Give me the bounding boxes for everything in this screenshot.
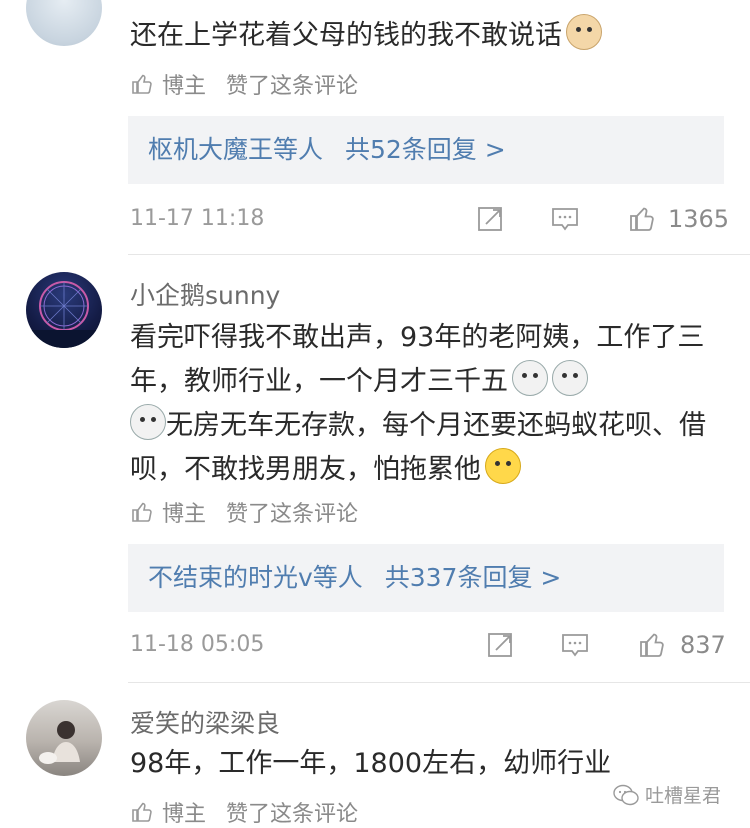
timestamp: 11-17 11:18	[130, 206, 265, 231]
comment-icon[interactable]	[560, 630, 590, 660]
username[interactable]: 小企鹅sunny	[130, 276, 280, 312]
wechat-icon	[613, 784, 639, 805]
dizzy-face-emoji-icon	[130, 404, 166, 440]
replies-who: 枢机大魔王等人	[148, 135, 324, 164]
liked-label: 赞了这条评论	[226, 74, 359, 99]
comment-text: 98年，工作一年，1800左右，幼师行业	[130, 742, 710, 786]
thumbs-up-icon[interactable]	[638, 630, 668, 660]
avatar[interactable]	[26, 272, 102, 348]
liked-label: 赞了这条评论	[226, 802, 359, 827]
like-count: 837	[680, 631, 726, 659]
author-liked: 博主 赞了这条评论	[130, 496, 358, 528]
timestamp: 11-18 05:05	[130, 632, 265, 657]
liked-by: 博主	[162, 74, 207, 99]
comment-icon[interactable]	[550, 204, 580, 234]
username[interactable]: 爱笑的梁梁良	[130, 704, 280, 740]
comment-footer: 11-18 05:05 837	[130, 626, 726, 666]
thumbs-up-icon	[132, 802, 152, 822]
liked-label: 赞了这条评论	[226, 502, 359, 527]
comment-text-content: 看完吓得我不敢出声，93年的老阿姨，工作了三年，教师行业，一个月才三千五	[130, 322, 705, 397]
comment-text-content: 98年，工作一年，1800左右，幼师行业	[130, 748, 612, 779]
avatar[interactable]	[26, 0, 102, 46]
avatar[interactable]	[26, 700, 102, 776]
replies-link[interactable]: 枢机大魔王等人 共52条回复 >	[128, 116, 724, 184]
dizzy-face-emoji-icon	[552, 360, 588, 396]
comment-text-content-2: 无房无车无存款，每个月还要还蚂蚁花呗、借呗，不敢找男朋友，怕拖累他	[130, 410, 706, 485]
ferris-wheel-icon	[26, 281, 102, 348]
dizzy-face-emoji-icon	[512, 360, 548, 396]
comment-text: 看完吓得我不敢出声，93年的老阿姨，工作了三年，教师行业，一个月才三千五 无房无…	[130, 316, 710, 492]
like-count: 1365	[668, 205, 730, 233]
replies-who: 不结束的时光v等人	[148, 563, 363, 592]
watermark-text: 吐槽星君	[645, 785, 722, 807]
liked-by: 博主	[162, 802, 207, 827]
cat-emoji-icon	[566, 14, 602, 50]
thumbs-up-icon	[132, 74, 152, 94]
replies-count: 共337条回复 >	[384, 563, 562, 592]
divider	[128, 682, 750, 683]
share-icon[interactable]	[486, 630, 516, 660]
author-liked: 博主 赞了这条评论	[130, 68, 358, 100]
author-liked: 博主 赞了这条评论	[130, 796, 358, 828]
thumbs-up-icon	[132, 502, 152, 522]
divider	[128, 254, 750, 255]
comment-footer: 11-17 11:18 1365	[130, 200, 729, 240]
tears-of-joy-emoji-icon	[485, 448, 521, 484]
comment-text-content: 还在上学花着父母的钱的我不敢说话	[130, 20, 562, 51]
liked-by: 博主	[162, 502, 207, 527]
comment-text: 还在上学花着父母的钱的我不敢说话	[130, 14, 710, 58]
replies-count: 共52条回复 >	[344, 135, 506, 164]
person-photo-icon	[39, 721, 80, 764]
share-icon[interactable]	[476, 204, 506, 234]
watermark: 吐槽星君	[613, 781, 721, 808]
replies-link[interactable]: 不结束的时光v等人 共337条回复 >	[128, 544, 724, 612]
thumbs-up-icon[interactable]	[628, 204, 658, 234]
